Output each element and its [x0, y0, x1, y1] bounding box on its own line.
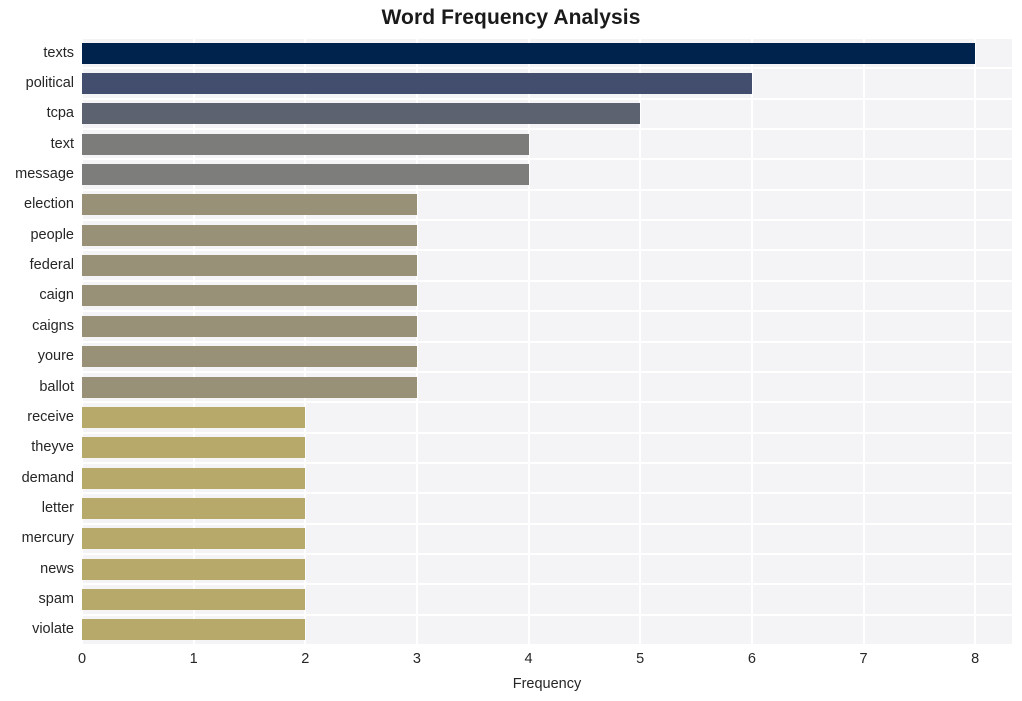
- x-tick-label-0: 0: [77, 651, 87, 667]
- y-tick-label-spam: spam: [38, 590, 74, 607]
- y-tick-label-federal: federal: [29, 257, 74, 274]
- x-tick-label-8: 8: [971, 651, 980, 667]
- chart-figure: Word Frequency Analysis texts political tc…: [0, 0, 1022, 701]
- bar-caign: [82, 285, 417, 307]
- x-tick-label-6: 6: [747, 651, 756, 667]
- bar-violate: [82, 619, 306, 641]
- bar-message: [82, 164, 529, 186]
- plot-area: [81, 37, 1012, 646]
- bar-receive: [82, 406, 306, 428]
- y-tick-label-texts: texts: [43, 44, 74, 61]
- x-tick-label-3: 3: [412, 651, 421, 667]
- y-axis-tick-labels: texts political tcpa text message election peo…: [0, 38, 74, 645]
- y-tick-label-caign: caign: [39, 287, 74, 304]
- bar-election: [82, 194, 417, 216]
- bar-spam: [82, 588, 306, 610]
- y-tick-label-news: news: [40, 560, 74, 577]
- y-tick-label-election: election: [24, 196, 74, 213]
- y-tick-label-mercury: mercury: [21, 530, 74, 547]
- y-tick-label-text: text: [50, 135, 74, 152]
- bar-news: [82, 558, 306, 580]
- x-tick-label-2: 2: [301, 651, 310, 667]
- bar-text: [82, 133, 529, 155]
- bar-youre: [82, 346, 417, 368]
- bar-people: [82, 224, 417, 246]
- x-tick-label-5: 5: [636, 651, 645, 667]
- bar-ballot: [82, 376, 417, 398]
- y-tick-label-theyve: theyve: [31, 439, 74, 456]
- x-axis-tick-labels: 0 1 2 3 4 5 6 7 8: [0, 650, 1022, 672]
- bar-federal: [82, 255, 417, 277]
- x-tick-label-7: 7: [859, 651, 868, 667]
- bar-mercury: [82, 528, 306, 550]
- y-tick-label-caigns: caigns: [32, 317, 74, 334]
- y-tick-label-people: people: [30, 226, 74, 243]
- chart-title: Word Frequency Analysis: [381, 6, 641, 29]
- bar-tcpa: [82, 103, 641, 125]
- bar-caigns: [82, 315, 417, 337]
- y-tick-label-letter: letter: [41, 499, 74, 516]
- y-tick-label-violate: violate: [32, 621, 74, 638]
- y-tick-label-ballot: ballot: [39, 378, 74, 395]
- y-tick-label-political: political: [25, 75, 74, 92]
- y-tick-label-youre: youre: [37, 348, 74, 365]
- x-tick-label-1: 1: [189, 651, 198, 667]
- y-tick-label-receive: receive: [27, 408, 74, 425]
- bar-demand: [82, 467, 306, 489]
- x-axis-label: Frequency: [512, 676, 582, 692]
- bar-texts: [82, 42, 976, 64]
- bar-political: [82, 73, 752, 95]
- bar-letter: [82, 497, 306, 519]
- y-tick-label-tcpa: tcpa: [46, 105, 74, 122]
- bar-theyve: [82, 437, 306, 459]
- y-tick-label-demand: demand: [21, 469, 74, 486]
- bars-layer: [82, 38, 1012, 645]
- y-tick-label-message: message: [15, 166, 74, 183]
- x-tick-label-4: 4: [524, 651, 533, 667]
